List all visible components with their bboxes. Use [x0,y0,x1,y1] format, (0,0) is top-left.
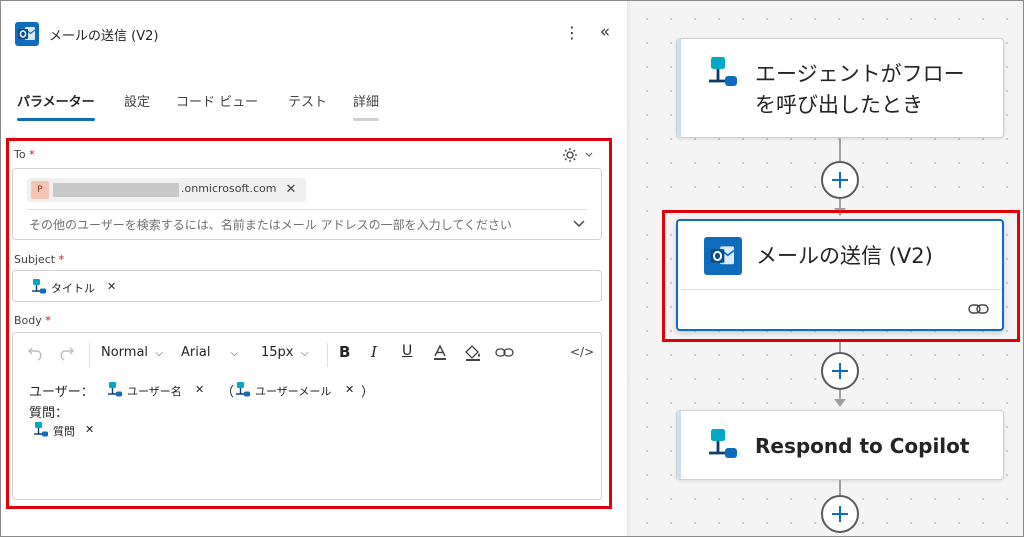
respond-title: Respond to Copilot [755,434,970,458]
connector-line [839,480,841,496]
tab-code-view[interactable]: コード ビュー [176,91,258,121]
tab-settings[interactable]: 設定 [124,91,150,121]
tab-details[interactable]: 詳細 [353,91,380,121]
tab-parameters[interactable]: パラメーター [17,91,95,121]
card-accent [677,39,681,137]
arrow-head [834,399,846,407]
tab-bar: パラメーター 設定 コード ビュー テスト 詳細 [15,89,575,123]
collapse-panel-icon[interactable]: « [595,21,615,45]
connector-line [839,342,841,352]
more-options-icon[interactable]: ⋮ [563,21,581,45]
canvas-edge-shadow [627,1,631,536]
card-accent [677,411,681,479]
trigger-title-line-2: を呼び出したとき [755,93,923,117]
agent-flow-icon [709,57,737,86]
add-step-button[interactable] [821,495,859,533]
trigger-title-line-1: エージェントがフロー [755,62,965,86]
action-highlight-box [662,210,1020,342]
agent-flow-icon [709,429,737,458]
panel-title: メールの送信 (V2) [49,29,159,44]
tab-test[interactable]: テスト [288,91,327,121]
panel-header: メールの送信 (V2) ⋮ « [13,19,617,49]
connector-line [839,138,841,162]
respond-to-copilot-card[interactable]: Respond to Copilot [676,410,1004,480]
add-step-button[interactable] [821,161,859,199]
trigger-card[interactable]: エージェントがフロー を呼び出したとき [676,38,1004,138]
outlook-icon [15,22,39,46]
parameters-highlight-box [6,138,612,509]
add-step-button[interactable] [821,352,859,390]
